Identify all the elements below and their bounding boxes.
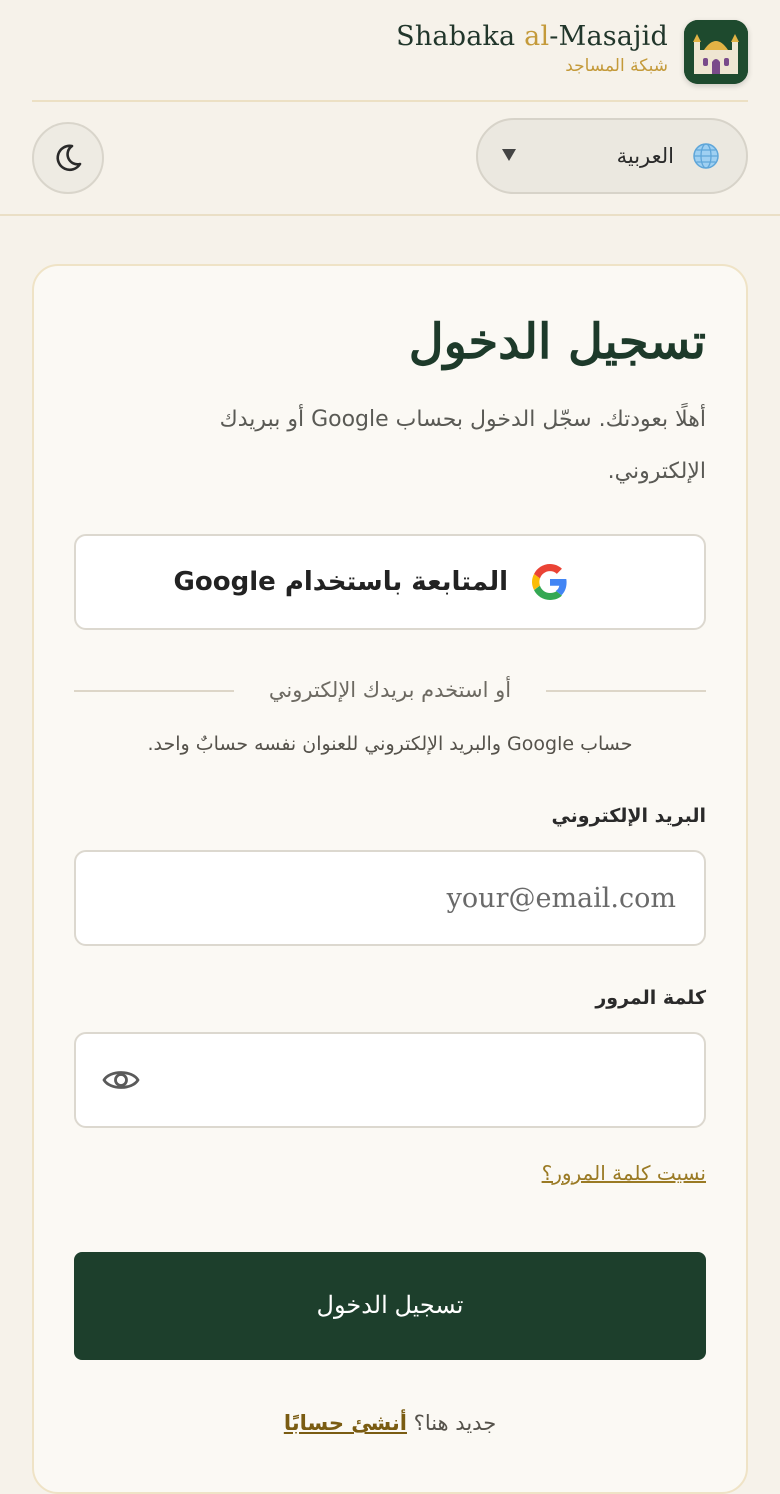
google-signin-label: المتابعة باستخدام Google bbox=[173, 567, 508, 597]
login-subtitle: أهلًا بعودتك. سجّل الدخول بحساب Google أ… bbox=[219, 407, 706, 484]
account-note: حساب Google والبريد الإلكتروني للعنوان ن… bbox=[147, 733, 633, 755]
globe-icon bbox=[693, 143, 719, 169]
signup-link[interactable]: أنشئ حسابًا bbox=[284, 1411, 407, 1435]
brand-subtitle: شبكة المساجد bbox=[565, 56, 668, 76]
brand-title: Shabaka al-Masajid شبكة المساجد bbox=[396, 20, 668, 76]
chevron-down-icon bbox=[502, 149, 516, 161]
login-card: تسجيل الدخول أهلًا بعودتك. سجّل الدخول ب… bbox=[32, 264, 748, 1494]
forgot-password-link[interactable]: نسيت كلمة المرور؟ bbox=[542, 1158, 706, 1188]
google-icon bbox=[532, 564, 567, 600]
password-label: كلمة المرور bbox=[595, 987, 706, 1009]
toolbar: العربية bbox=[0, 102, 780, 216]
theme-toggle-button[interactable] bbox=[32, 122, 104, 194]
moon-icon bbox=[56, 144, 82, 172]
language-label: العربية bbox=[616, 144, 674, 168]
page-title: تسجيل الدخول bbox=[408, 314, 706, 370]
eye-icon[interactable] bbox=[102, 1064, 140, 1096]
login-submit-label: تسجيل الدخول bbox=[316, 1292, 464, 1319]
brand-name: Shabaka al-Masajid bbox=[396, 21, 668, 52]
google-signin-button[interactable]: المتابعة باستخدام Google bbox=[74, 534, 706, 630]
login-submit-button[interactable]: تسجيل الدخول bbox=[74, 1252, 706, 1360]
password-field-box bbox=[74, 1032, 706, 1128]
divider-text: أو استخدم بريدك الإلكتروني bbox=[268, 678, 512, 702]
email-label: البريد الإلكتروني bbox=[551, 805, 706, 827]
email-field[interactable] bbox=[76, 852, 704, 944]
app-header: Shabaka al-Masajid شبكة المساجد bbox=[0, 0, 780, 102]
or-divider: أو استخدم بريدك الإلكتروني bbox=[74, 670, 706, 710]
email-field-box bbox=[74, 850, 706, 946]
signup-prompt-text: جديد هنا؟ bbox=[413, 1411, 497, 1435]
signup-prompt: جديد هنا؟ أنشئ حسابًا bbox=[34, 1406, 746, 1440]
password-field[interactable] bbox=[76, 1034, 704, 1126]
mosque-icon[interactable] bbox=[684, 20, 748, 84]
language-select[interactable]: العربية bbox=[476, 118, 748, 194]
